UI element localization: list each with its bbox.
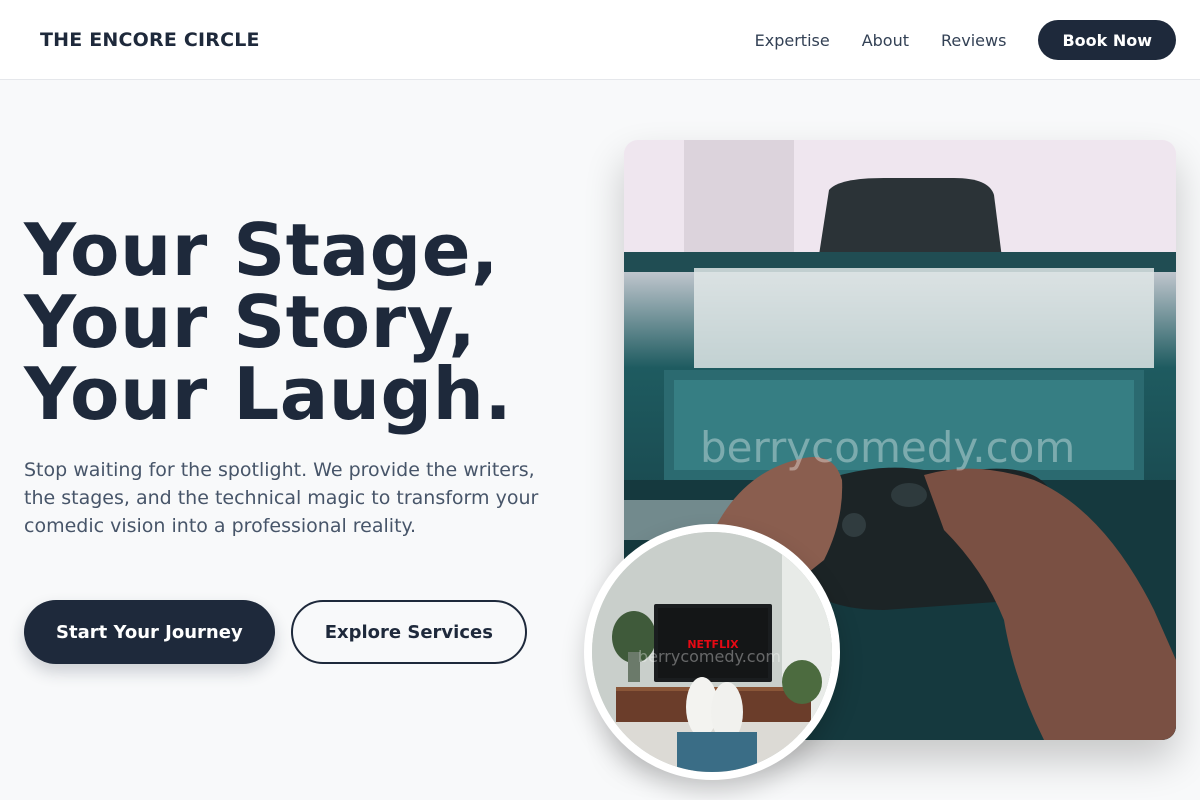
headline-line: Your Stage, <box>24 208 499 292</box>
nav-link-about[interactable]: About <box>862 31 909 50</box>
hero-headline: Your Stage, Your Story, Your Laugh. <box>24 214 584 430</box>
headline-line: Your Story, <box>24 280 477 364</box>
circle-image-watermark: berrycomedy.com <box>638 647 781 666</box>
circle-image-tv: NETFLIX berrycomedy.com <box>584 524 840 780</box>
book-now-button[interactable]: Book Now <box>1038 20 1176 60</box>
headline-line: Your Laugh. <box>24 352 513 436</box>
nav-link-reviews[interactable]: Reviews <box>941 31 1006 50</box>
brand-logo[interactable]: THE ENCORE CIRCLE <box>40 0 260 80</box>
start-journey-button[interactable]: Start Your Journey <box>24 600 275 664</box>
hero-subtext: Stop waiting for the spotlight. We provi… <box>24 459 539 537</box>
hero-cta-group: Start Your Journey Explore Services <box>24 600 527 664</box>
hero-image-watermark: berrycomedy.com <box>700 423 1075 472</box>
nav-link-expertise[interactable]: Expertise <box>755 31 830 50</box>
site-header: THE ENCORE CIRCLE Expertise About Review… <box>0 0 1200 80</box>
main-nav: Expertise About Reviews Book Now <box>755 0 1176 80</box>
explore-services-button[interactable]: Explore Services <box>290 600 527 664</box>
